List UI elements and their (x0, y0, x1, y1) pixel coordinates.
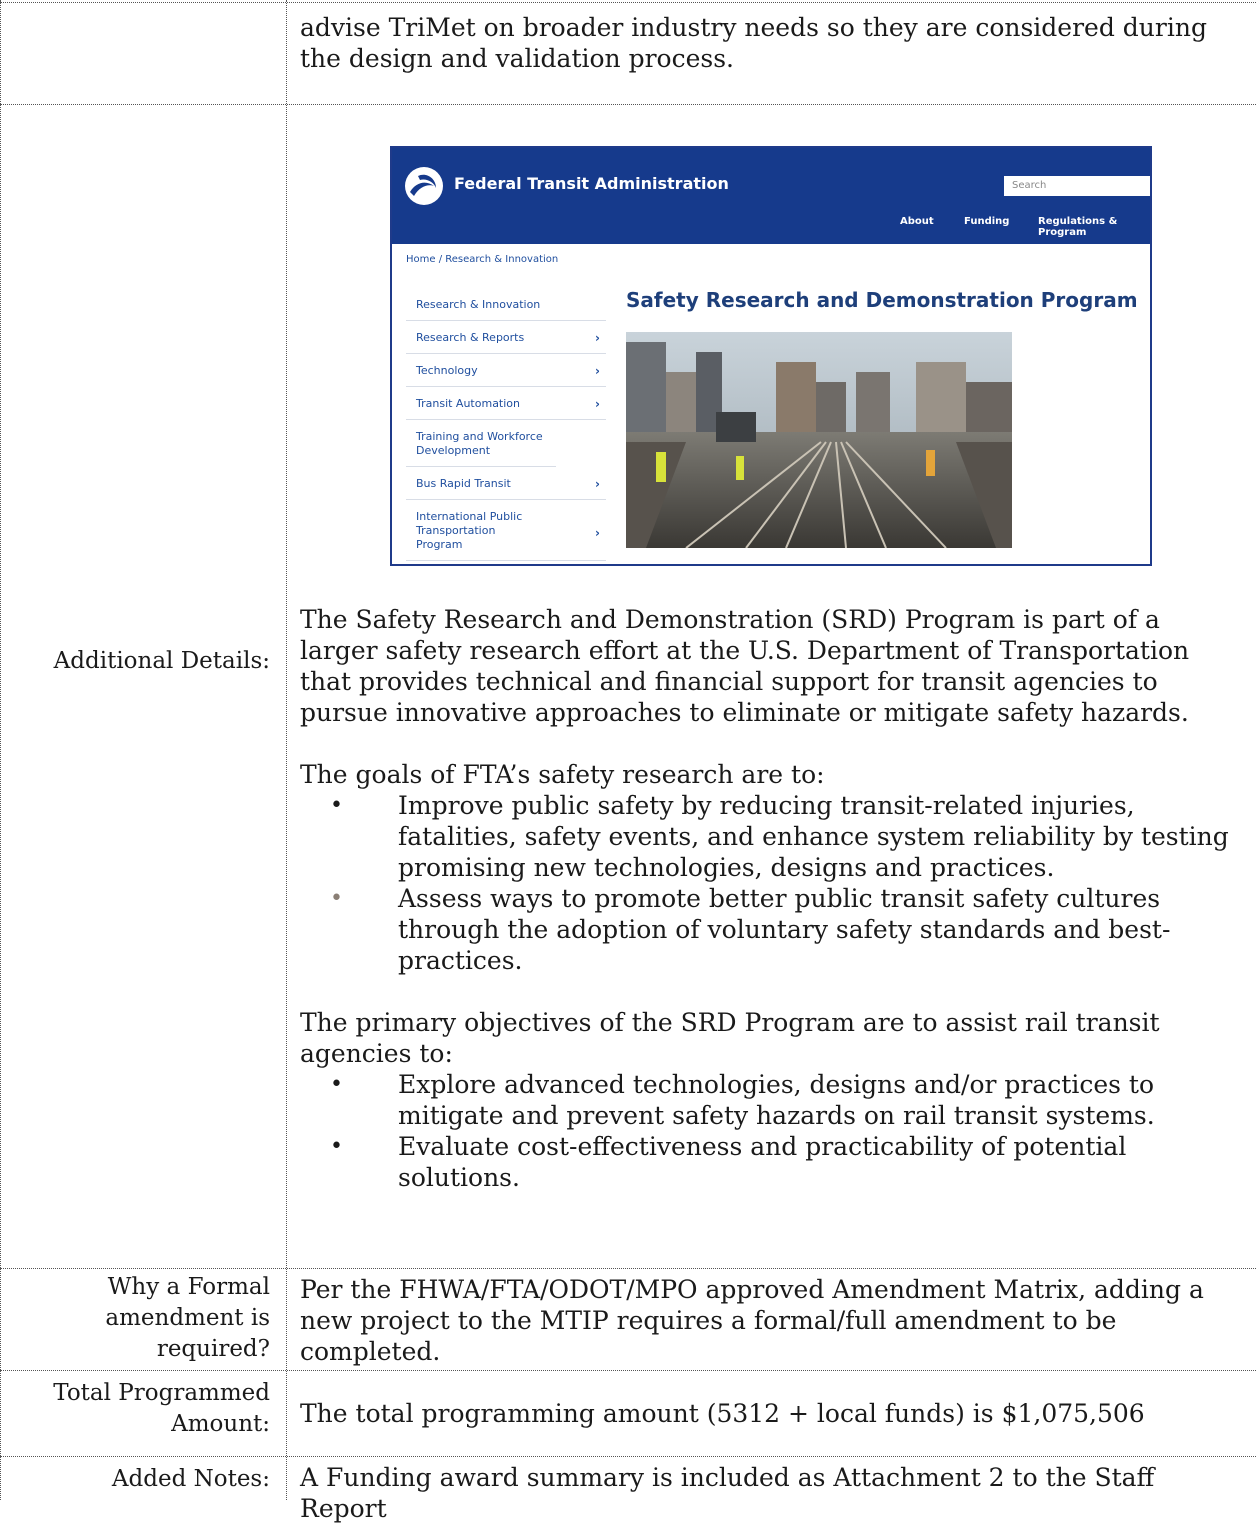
sidebar-item-international[interactable]: International Public Transportation Prog… (406, 500, 606, 561)
goals-intro: The goals of FTA’s safety research are t… (300, 760, 825, 789)
chevron-right-icon: › (595, 477, 600, 491)
chevron-right-icon: › (595, 526, 600, 540)
sidebar-item-label: Research & Innovation (416, 298, 541, 311)
left-border (0, 0, 1, 1500)
sidebar-item-transit-automation[interactable]: Transit Automation › (406, 387, 606, 420)
list-item: Assess ways to promote better public tra… (300, 883, 1240, 976)
additional-details-content: The Safety Research and Demonstration (S… (300, 604, 1240, 1193)
nav-about[interactable]: About (900, 216, 934, 227)
added-notes-label: Added Notes: (111, 1466, 270, 1492)
objectives-list: Explore advanced technologies, designs a… (300, 1069, 1240, 1193)
sidebar-item-label: Transit Automation (416, 397, 521, 410)
breadcrumb[interactable]: Home / Research & Innovation (406, 254, 558, 265)
sidebar-item-technology[interactable]: Technology › (406, 354, 606, 387)
sidebar-item-training[interactable]: Training and Workforce Development (406, 420, 556, 467)
row-divider (0, 104, 1256, 105)
sidebar-item-research-innovation[interactable]: Research & Innovation (406, 288, 606, 321)
srd-description: The Safety Research and Demonstration (S… (300, 605, 1190, 727)
list-item: Improve public safety by reducing transi… (300, 790, 1240, 883)
sidebar-item-label: Research & Reports (416, 331, 525, 344)
additional-details-label: Additional Details: (53, 648, 270, 674)
row-divider (0, 1268, 1256, 1269)
search-input[interactable]: Search (1004, 176, 1150, 196)
column-divider (286, 0, 287, 1500)
sidebar-item-research-reports[interactable]: Research & Reports › (406, 321, 606, 354)
rail-track-photo (626, 332, 1012, 548)
intro-text: advise TriMet on broader industry needs … (300, 13, 1207, 73)
sidebar-item-label: International Public Transportation Prog… (416, 510, 523, 551)
total-programmed-label: Total Programmed Amount: (53, 1380, 270, 1437)
row-divider (0, 1456, 1256, 1457)
page-heading: Safety Research and Demonstration Progra… (626, 288, 1138, 312)
goals-list: Improve public safety by reducing transi… (300, 790, 1240, 976)
list-item: Explore advanced technologies, designs a… (300, 1069, 1240, 1131)
fta-website-screenshot: Federal Transit Administration Search Ab… (390, 146, 1152, 566)
fta-header: Federal Transit Administration Search Ab… (392, 148, 1150, 244)
objectives-intro: The primary objectives of the SRD Progra… (300, 1008, 1160, 1068)
chevron-right-icon: › (595, 331, 600, 345)
nav-funding[interactable]: Funding (964, 216, 1009, 227)
chevron-right-icon: › (595, 397, 600, 411)
chevron-right-icon: › (595, 364, 600, 378)
sidebar-item-bus-rapid-transit[interactable]: Bus Rapid Transit › (406, 467, 606, 500)
site-title: Federal Transit Administration (454, 174, 729, 193)
total-programmed-text: The total programming amount (5312 + loc… (300, 1399, 1145, 1428)
why-formal-text: Per the FHWA/FTA/ODOT/MPO approved Amend… (300, 1275, 1204, 1366)
sidebar-item-label: Bus Rapid Transit (416, 477, 511, 490)
list-item: Evaluate cost-effectiveness and practica… (300, 1131, 1240, 1193)
row-divider (0, 1370, 1256, 1371)
added-notes-text: A Funding award summary is included as A… (300, 1463, 1155, 1523)
sidebar-item-label: Training and Workforce Development (416, 430, 543, 457)
sidebar-nav: Research & Innovation Research & Reports… (406, 288, 606, 561)
nav-regulations[interactable]: Regulations & Program (1038, 216, 1150, 238)
amendment-table: advise TriMet on broader industry needs … (0, 0, 1256, 1523)
sidebar-item-label: Technology (416, 364, 478, 377)
why-formal-label: Why a Formal amendment is required? (105, 1274, 270, 1362)
dot-logo-icon (405, 167, 443, 205)
row-divider (0, 2, 1256, 3)
